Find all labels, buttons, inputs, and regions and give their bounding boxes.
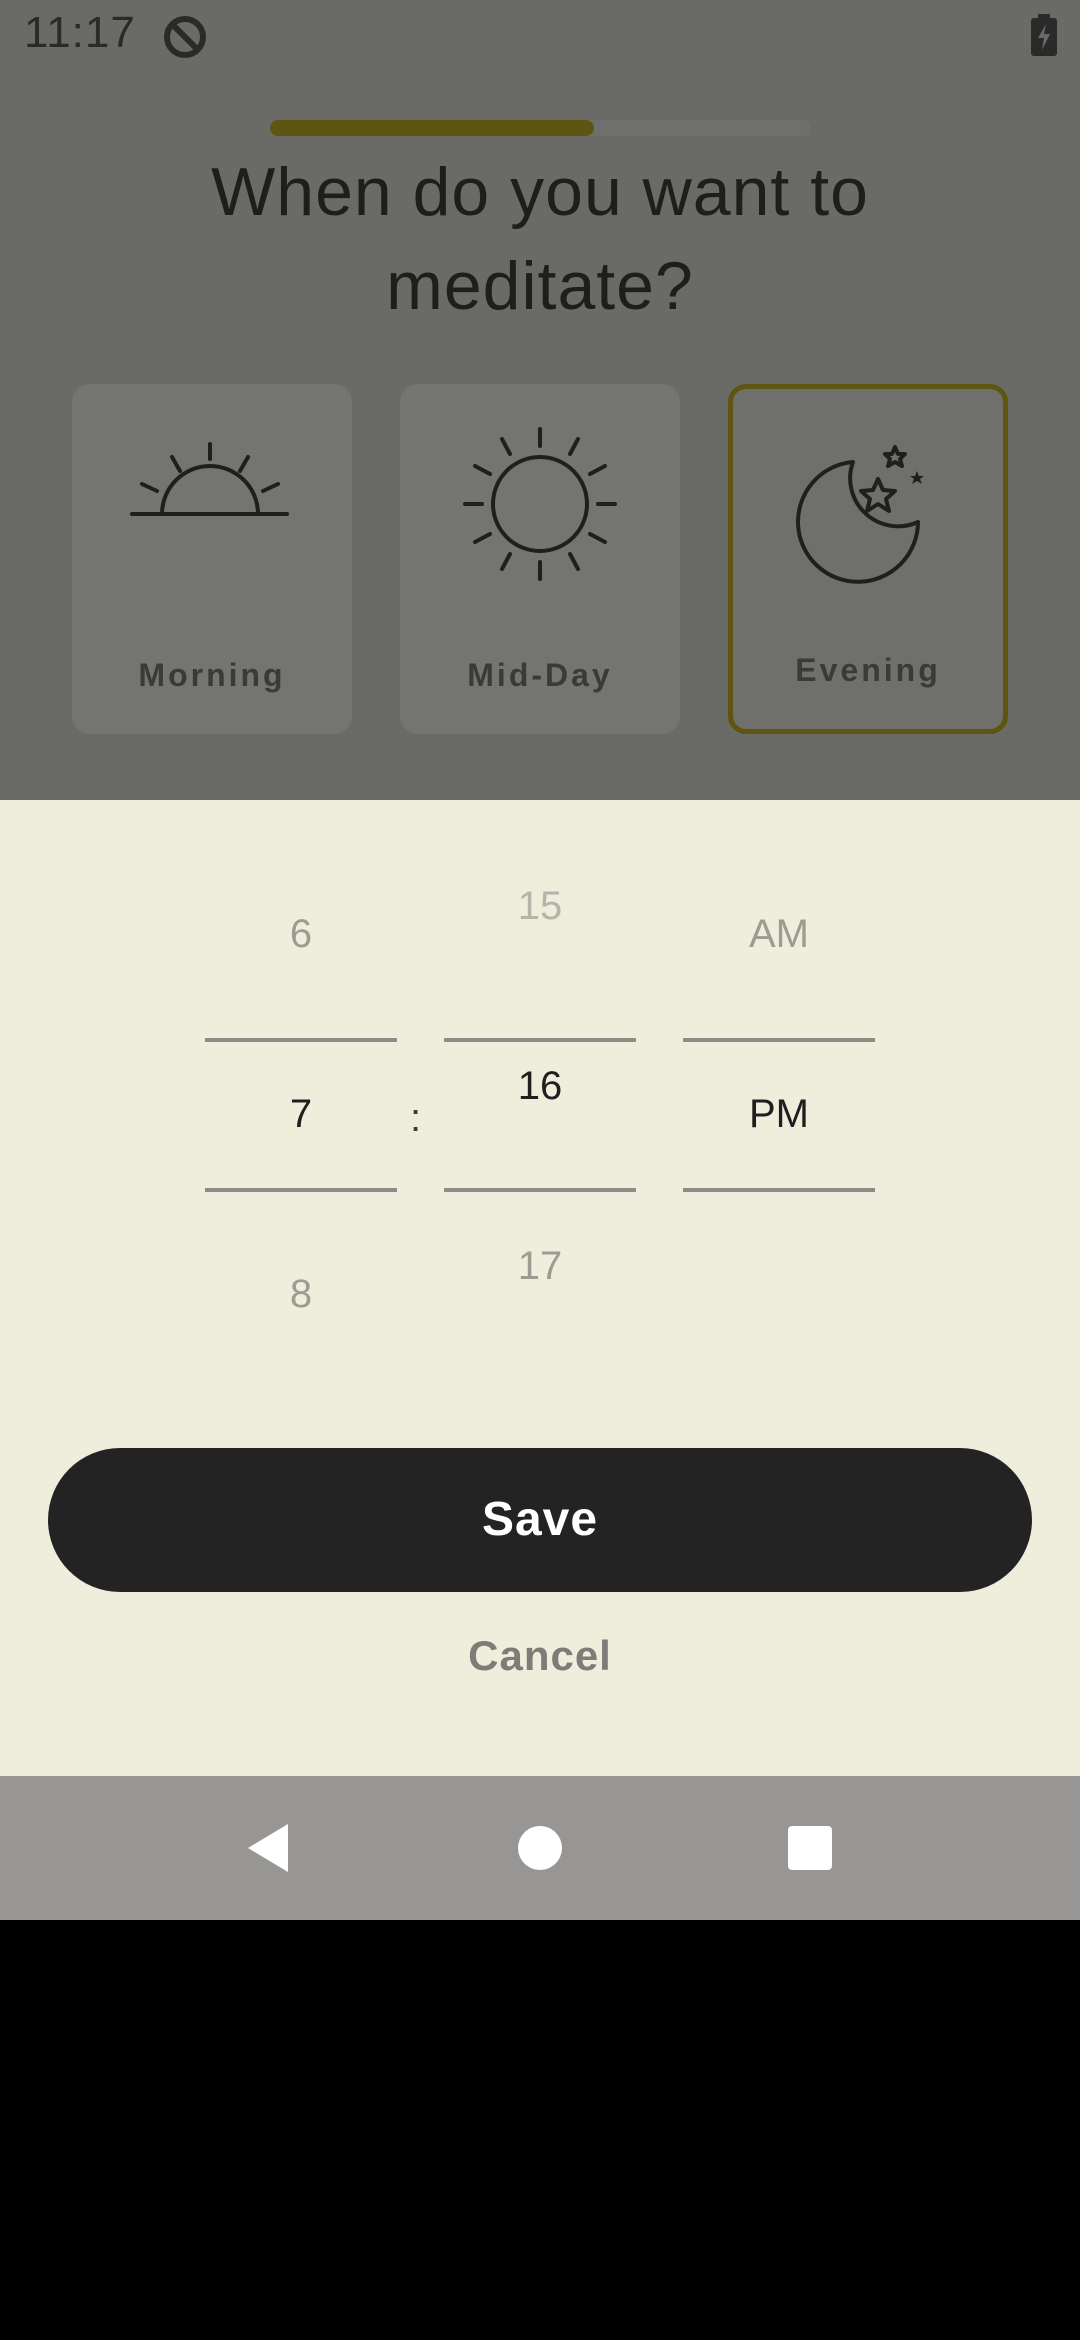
period-previous[interactable]: AM: [683, 912, 875, 957]
minute-next[interactable]: 17: [444, 1244, 636, 1289]
nav-recents-button[interactable]: [750, 1776, 870, 1920]
no-disturb-icon: [164, 16, 206, 58]
time-option-label: Morning: [138, 657, 286, 693]
sun-icon: [463, 427, 617, 581]
screen: 11:17 When do you want to meditate? Morn…: [0, 0, 1080, 1920]
cancel-button[interactable]: Cancel: [390, 1632, 690, 1680]
sunrise-icon: [130, 442, 289, 516]
time-option-morning[interactable]: Morning: [72, 384, 352, 734]
hour-previous[interactable]: 6: [205, 912, 397, 957]
period-divider-top: [683, 1038, 875, 1042]
onboarding-page: 11:17 When do you want to meditate? Morn…: [0, 0, 1080, 800]
minute-selected[interactable]: 16: [444, 1064, 636, 1109]
time-separator: :: [410, 1096, 422, 1140]
hour-selected[interactable]: 7: [205, 1092, 397, 1137]
period-picker[interactable]: AM PM: [683, 800, 875, 1400]
minute-divider-bottom: [444, 1188, 636, 1192]
recents-square-icon: [788, 1826, 832, 1870]
status-time: 11:17: [24, 8, 136, 57]
time-option-mid-day[interactable]: Mid-Day: [400, 384, 680, 734]
home-circle-icon: [518, 1826, 562, 1870]
onboarding-progress-bar: [270, 120, 810, 136]
hour-divider-bottom: [205, 1188, 397, 1192]
hour-divider-top: [205, 1038, 397, 1042]
minute-previous[interactable]: 15: [444, 884, 636, 929]
hour-next[interactable]: 8: [205, 1272, 397, 1317]
nav-home-button[interactable]: [480, 1776, 600, 1920]
time-option-label: Mid-Day: [467, 657, 613, 693]
period-divider-bottom: [683, 1188, 875, 1192]
moon-stars-icon: [796, 445, 924, 584]
back-triangle-icon: [248, 1824, 288, 1872]
time-option-evening[interactable]: Evening: [728, 384, 1008, 734]
battery-charging-icon: [1031, 14, 1057, 56]
nav-back-button[interactable]: [208, 1776, 328, 1920]
onboarding-progress-fill: [270, 120, 594, 136]
system-nav-bar: [0, 1776, 1080, 1920]
save-button[interactable]: Save: [48, 1448, 1032, 1592]
time-option-label: Evening: [795, 652, 941, 688]
period-selected[interactable]: PM: [683, 1092, 875, 1137]
hour-picker[interactable]: 6 7 8: [205, 800, 397, 1400]
minute-divider-top: [444, 1038, 636, 1042]
page-title: When do you want to meditate?: [211, 154, 869, 324]
minute-picker[interactable]: 15 16 17: [444, 800, 636, 1400]
time-picker-sheet: 6 7 8 : 15 16 17 AM PM Save Cancel: [0, 800, 1080, 1776]
